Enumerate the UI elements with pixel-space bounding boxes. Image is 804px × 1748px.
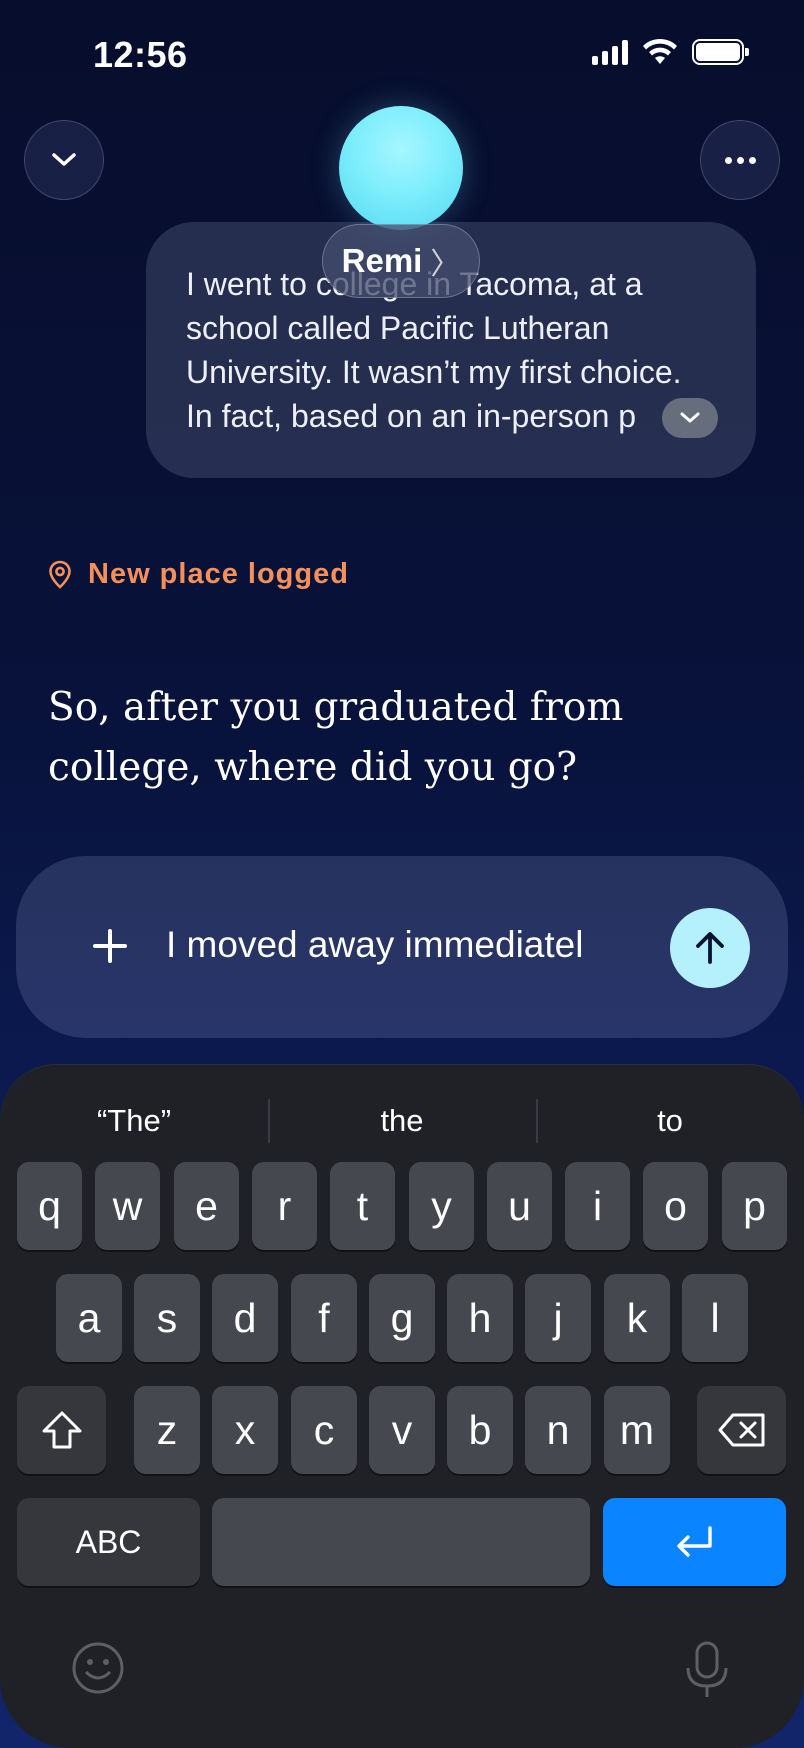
key-x[interactable]: x [212,1386,278,1474]
suggestion-item[interactable]: “The” [0,1085,268,1157]
key-s[interactable]: s [134,1274,200,1362]
message-input[interactable]: I moved away immediatel [166,924,583,966]
message-composer: I moved away immediatel [16,856,788,1038]
space-key[interactable] [212,1498,590,1586]
battery-icon [692,39,749,65]
return-icon [676,1526,712,1557]
key-p[interactable]: p [722,1162,787,1250]
key-t[interactable]: t [330,1162,395,1250]
cellular-signal-icon [592,39,628,65]
microphone-icon[interactable] [682,1640,732,1700]
chevron-down-icon [52,153,76,166]
collapse-button[interactable] [24,120,104,200]
ellipsis-icon [724,156,756,164]
send-button[interactable] [670,908,750,988]
key-d[interactable]: d [212,1274,278,1362]
key-o[interactable]: o [643,1162,708,1250]
key-b[interactable]: b [447,1386,513,1474]
key-w[interactable]: w [95,1162,160,1250]
arrow-up-icon [696,932,724,964]
location-pin-icon [49,560,71,589]
key-c[interactable]: c [291,1386,357,1474]
key-u[interactable]: u [487,1162,552,1250]
plus-icon [93,929,127,963]
wifi-icon [643,38,677,64]
suggestion-item[interactable]: to [536,1085,804,1157]
key-f[interactable]: f [291,1274,357,1362]
shift-icon [42,1411,81,1449]
key-h[interactable]: h [447,1274,513,1362]
companion-name-button[interactable]: Remi 〉 [322,224,480,298]
backspace-icon [718,1413,764,1447]
emoji-icon[interactable] [70,1640,126,1696]
status-time: 12:56 [93,34,188,75]
shift-key[interactable] [17,1386,106,1474]
key-i[interactable]: i [565,1162,630,1250]
suggestion-bar: “The” the to [0,1085,804,1157]
key-g[interactable]: g [369,1274,435,1362]
key-r[interactable]: r [252,1162,317,1250]
key-a[interactable]: a [56,1274,122,1362]
key-m[interactable]: m [604,1386,670,1474]
companion-name: Remi [341,242,423,279]
key-e[interactable]: e [174,1162,239,1250]
new-place-logged[interactable]: New place logged [48,558,349,591]
chevron-right-icon: 〉 [430,248,461,281]
status-bar: 12:56 [0,0,804,110]
key-j[interactable]: j [525,1274,591,1362]
key-l[interactable]: l [682,1274,748,1362]
abc-key[interactable]: ABC [17,1498,200,1586]
key-q[interactable]: q [17,1162,82,1250]
add-attachment-button[interactable] [82,918,138,974]
suggestion-item[interactable]: the [268,1085,536,1157]
key-n[interactable]: n [525,1386,591,1474]
key-k[interactable]: k [604,1274,670,1362]
key-v[interactable]: v [369,1386,435,1474]
key-y[interactable]: y [409,1162,474,1250]
more-options-button[interactable] [700,120,780,200]
place-logged-label: New place logged [88,558,349,590]
chevron-down-icon [680,412,700,423]
expand-message-button[interactable] [662,398,718,438]
return-key[interactable] [603,1498,786,1586]
question-prompt: So, after you graduated from college, wh… [48,685,624,790]
key-z[interactable]: z [134,1386,200,1474]
status-icons [592,38,749,66]
delete-key[interactable] [697,1386,786,1474]
avatar[interactable] [339,106,463,230]
